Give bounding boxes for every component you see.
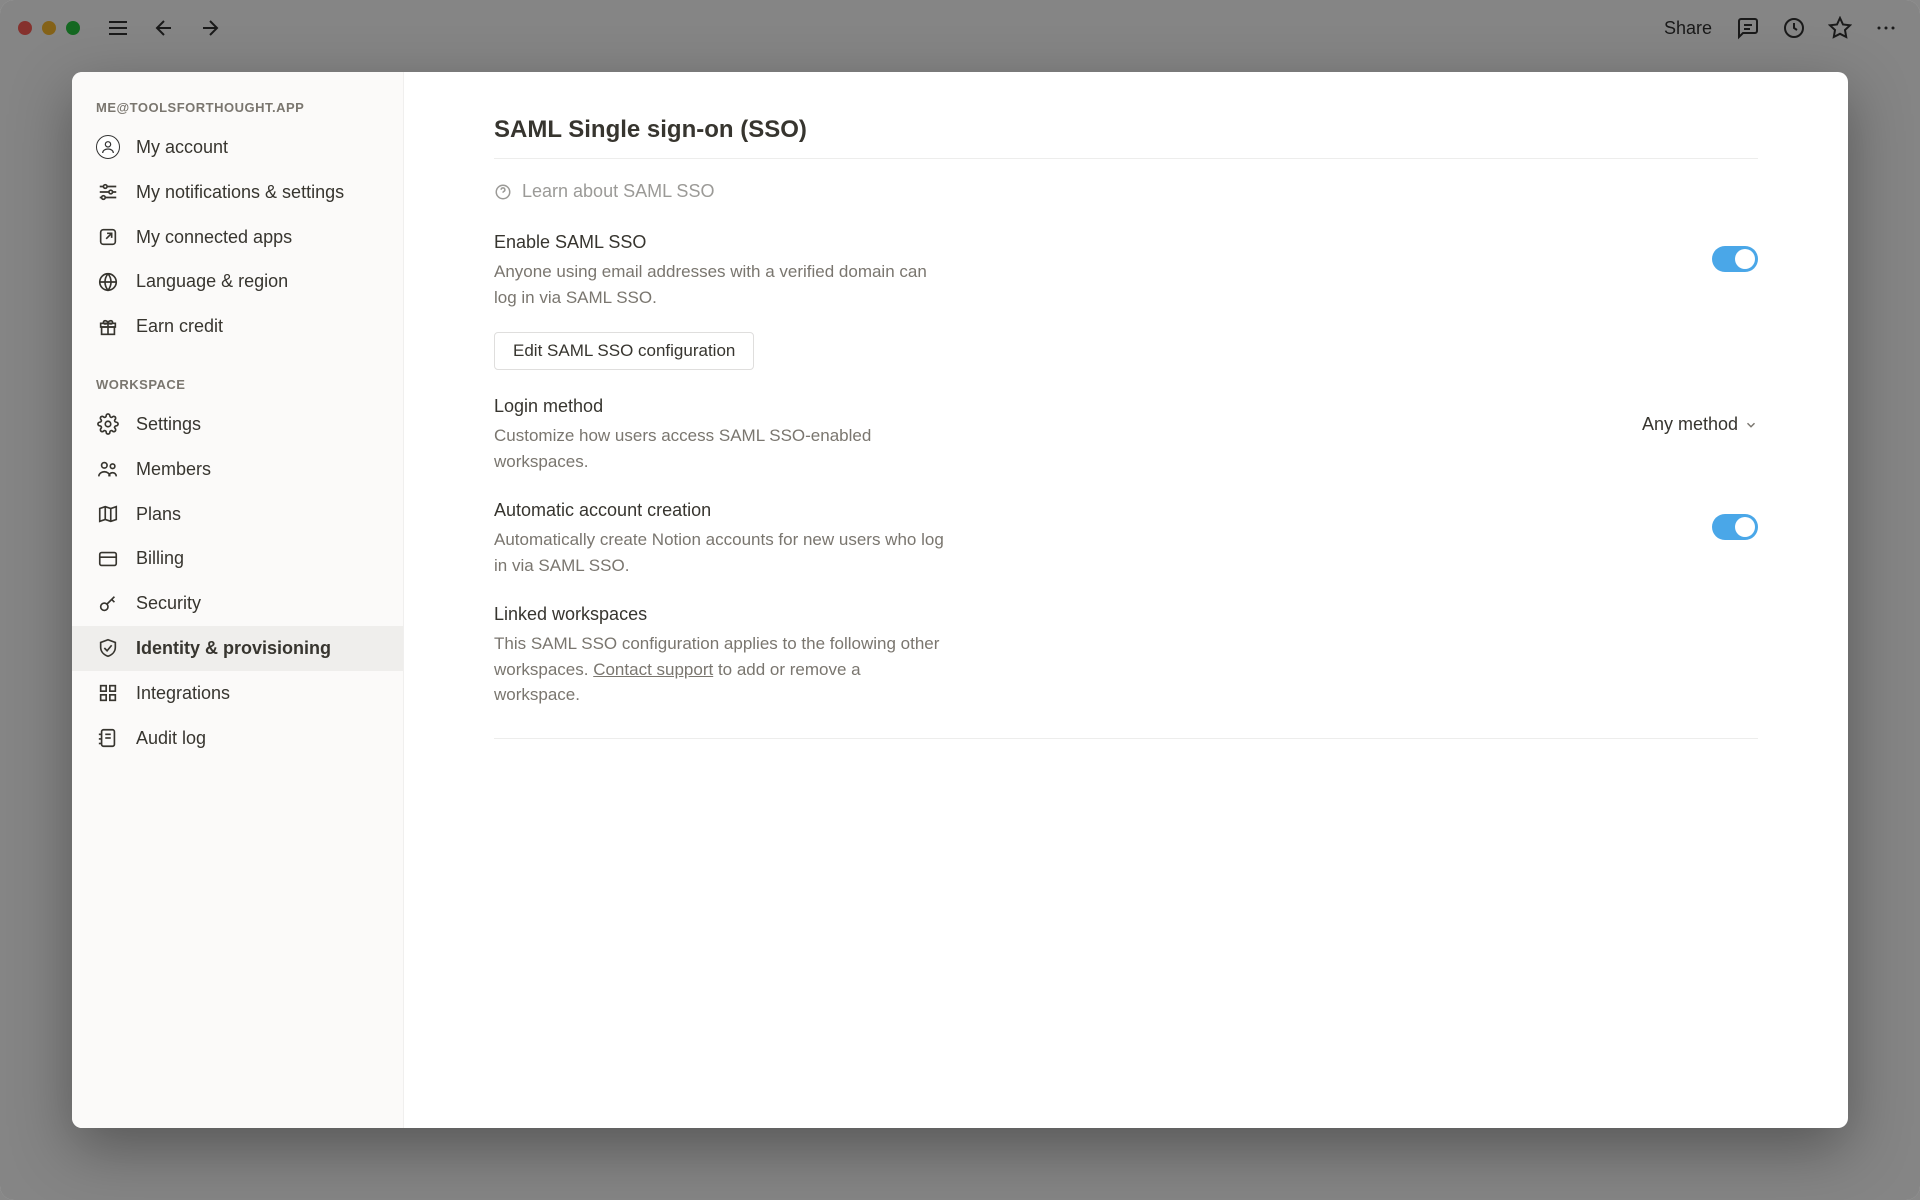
sidebar-item-label: Language & region: [136, 267, 288, 296]
setting-linked-workspaces: Linked workspaces This SAML SSO configur…: [494, 578, 1758, 708]
login-method-value: Any method: [1642, 414, 1738, 435]
avatar-icon: [96, 135, 120, 159]
sidebar-item-label: Billing: [136, 544, 184, 573]
sidebar-item-label: My connected apps: [136, 223, 292, 252]
sidebar-item-language[interactable]: Language & region: [72, 259, 403, 304]
forward-icon[interactable]: [194, 12, 226, 44]
sidebar-item-label: Audit log: [136, 724, 206, 753]
sidebar-item-audit-log[interactable]: Audit log: [72, 716, 403, 761]
setting-auto-create: Automatic account creation Automatically…: [494, 474, 1758, 578]
close-dot[interactable]: [18, 21, 32, 35]
shield-check-icon: [96, 636, 120, 660]
hamburger-icon[interactable]: [102, 12, 134, 44]
more-icon[interactable]: [1870, 12, 1902, 44]
settings-content: SAML Single sign-on (SSO) Learn about SA…: [404, 72, 1848, 1128]
login-method-select[interactable]: Any method: [1642, 414, 1758, 435]
gear-icon: [96, 412, 120, 436]
minimize-dot[interactable]: [42, 21, 56, 35]
account-section-header: ME@TOOLSFORTHOUGHT.APP: [72, 94, 403, 125]
sidebar-item-plans[interactable]: Plans: [72, 492, 403, 537]
maximize-dot[interactable]: [66, 21, 80, 35]
sidebar-item-label: My account: [136, 133, 228, 162]
contact-support-link[interactable]: Contact support: [593, 660, 713, 679]
globe-icon: [96, 270, 120, 294]
top-bar: Share: [0, 0, 1920, 56]
sidebar-item-my-account[interactable]: My account: [72, 125, 403, 170]
external-link-icon: [96, 225, 120, 249]
enable-saml-toggle[interactable]: [1712, 246, 1758, 272]
enable-saml-title: Enable SAML SSO: [494, 232, 944, 253]
sidebar-item-label: Integrations: [136, 679, 230, 708]
login-method-desc: Customize how users access SAML SSO-enab…: [494, 423, 944, 474]
login-method-title: Login method: [494, 396, 944, 417]
sidebar-item-label: Earn credit: [136, 312, 223, 341]
sidebar-item-security[interactable]: Security: [72, 581, 403, 626]
grid-icon: [96, 681, 120, 705]
sidebar-item-label: Security: [136, 589, 201, 618]
window-controls: [18, 21, 80, 35]
sidebar-item-billing[interactable]: Billing: [72, 536, 403, 581]
sidebar-item-label: Settings: [136, 410, 201, 439]
learn-link-label: Learn about SAML SSO: [522, 181, 714, 202]
updates-icon[interactable]: [1778, 12, 1810, 44]
learn-about-link[interactable]: Learn about SAML SSO: [494, 159, 1758, 206]
workspace-section-header: WORKSPACE: [72, 371, 403, 402]
sliders-icon: [96, 180, 120, 204]
auto-create-desc: Automatically create Notion accounts for…: [494, 527, 944, 578]
sidebar-item-label: Members: [136, 455, 211, 484]
help-icon: [494, 183, 512, 201]
sidebar-item-connected-apps[interactable]: My connected apps: [72, 215, 403, 260]
comments-icon[interactable]: [1732, 12, 1764, 44]
sidebar-item-earn-credit[interactable]: Earn credit: [72, 304, 403, 349]
map-icon: [96, 502, 120, 526]
sidebar-item-integrations[interactable]: Integrations: [72, 671, 403, 716]
people-icon: [96, 457, 120, 481]
enable-saml-desc: Anyone using email addresses with a veri…: [494, 259, 944, 310]
share-button[interactable]: Share: [1658, 18, 1718, 39]
edit-saml-config-button[interactable]: Edit SAML SSO configuration: [494, 332, 754, 370]
app-window: Share ME@TOOLSFORTHOUGHT.APP My account: [0, 0, 1920, 1200]
chevron-down-icon: [1744, 418, 1758, 432]
sidebar-item-label: Identity & provisioning: [136, 634, 331, 663]
sidebar-item-label: Plans: [136, 500, 181, 529]
favorite-icon[interactable]: [1824, 12, 1856, 44]
sidebar-item-label: My notifications & settings: [136, 178, 344, 207]
sidebar-item-notifications[interactable]: My notifications & settings: [72, 170, 403, 215]
auto-create-toggle[interactable]: [1712, 514, 1758, 540]
credit-card-icon: [96, 547, 120, 571]
settings-sidebar: ME@TOOLSFORTHOUGHT.APP My account My not…: [72, 72, 404, 1128]
linked-desc: This SAML SSO configuration applies to t…: [494, 631, 944, 708]
sidebar-item-identity[interactable]: Identity & provisioning: [72, 626, 403, 671]
setting-enable-saml: Enable SAML SSO Anyone using email addre…: [494, 206, 1758, 310]
auto-create-title: Automatic account creation: [494, 500, 944, 521]
back-icon[interactable]: [148, 12, 180, 44]
setting-login-method: Login method Customize how users access …: [494, 370, 1758, 474]
gift-icon: [96, 315, 120, 339]
divider: [494, 738, 1758, 739]
settings-modal: ME@TOOLSFORTHOUGHT.APP My account My not…: [72, 72, 1848, 1128]
sidebar-item-members[interactable]: Members: [72, 447, 403, 492]
sidebar-item-settings[interactable]: Settings: [72, 402, 403, 447]
page-title: SAML Single sign-on (SSO): [494, 116, 1758, 159]
key-icon: [96, 592, 120, 616]
linked-title: Linked workspaces: [494, 604, 944, 625]
log-icon: [96, 726, 120, 750]
